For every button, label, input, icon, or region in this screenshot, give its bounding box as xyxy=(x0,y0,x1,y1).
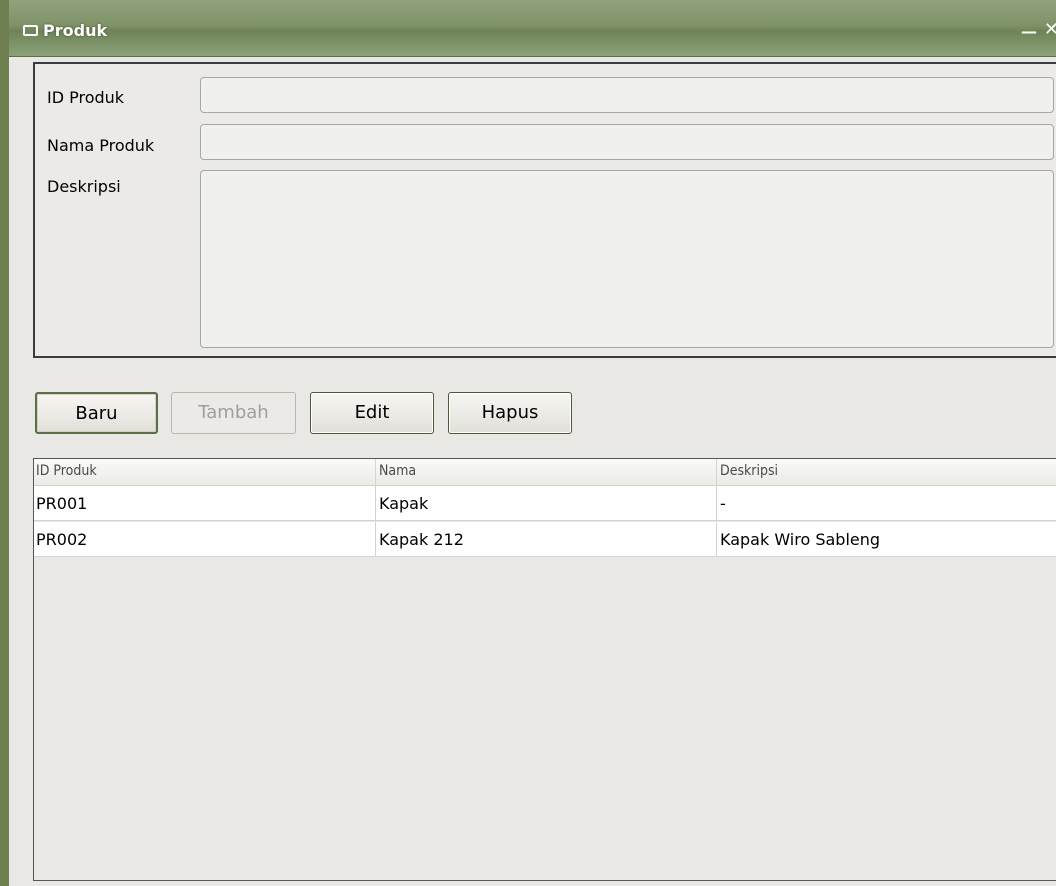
cell-id: PR001 xyxy=(36,494,88,513)
close-icon[interactable]: ✕ xyxy=(1044,19,1056,40)
column-header-nama[interactable]: Nama xyxy=(379,463,416,479)
hapus-button[interactable]: Hapus xyxy=(448,392,572,434)
product-form-panel: ID Produk Nama Produk Deskripsi xyxy=(33,62,1056,358)
table-header: ID Produk Nama Deskripsi xyxy=(34,459,1056,486)
nama-produk-field[interactable] xyxy=(200,124,1054,160)
deskripsi-field[interactable] xyxy=(200,170,1054,348)
cell-deskripsi: Kapak Wiro Sableng xyxy=(720,530,881,549)
cell-divider xyxy=(716,522,717,557)
window-icon xyxy=(23,25,38,36)
cell-divider xyxy=(716,486,717,521)
nama-produk-label: Nama Produk xyxy=(47,136,155,155)
id-produk-label: ID Produk xyxy=(47,88,125,107)
cell-id: PR002 xyxy=(36,530,88,549)
minimize-icon[interactable]: — xyxy=(1021,22,1037,41)
edit-button[interactable]: Edit xyxy=(310,392,434,434)
produk-window: Produk — ✕ ID Produk Nama Produk Deskrip… xyxy=(0,0,1056,886)
deskripsi-label: Deskripsi xyxy=(47,177,121,196)
window-title: Produk xyxy=(43,21,108,40)
column-header-deskripsi[interactable]: Deskripsi xyxy=(720,463,778,479)
product-table[interactable]: ID Produk Nama Deskripsi PR001 Kapak - P… xyxy=(33,458,1056,881)
column-divider[interactable] xyxy=(375,459,376,485)
cell-deskripsi: - xyxy=(720,494,726,513)
cell-divider xyxy=(375,486,376,521)
baru-button[interactable]: Baru xyxy=(35,392,158,434)
title-bar[interactable]: Produk — ✕ xyxy=(9,0,1056,57)
id-produk-field[interactable] xyxy=(200,77,1054,113)
table-row[interactable]: PR002 Kapak 212 Kapak Wiro Sableng xyxy=(34,522,1056,557)
column-divider[interactable] xyxy=(716,459,717,485)
table-row[interactable]: PR001 Kapak - xyxy=(34,486,1056,521)
cell-divider xyxy=(375,522,376,557)
cell-nama: Kapak 212 xyxy=(379,530,464,549)
column-header-id[interactable]: ID Produk xyxy=(36,463,97,479)
tambah-button: Tambah xyxy=(171,392,296,434)
cell-nama: Kapak xyxy=(379,494,429,513)
